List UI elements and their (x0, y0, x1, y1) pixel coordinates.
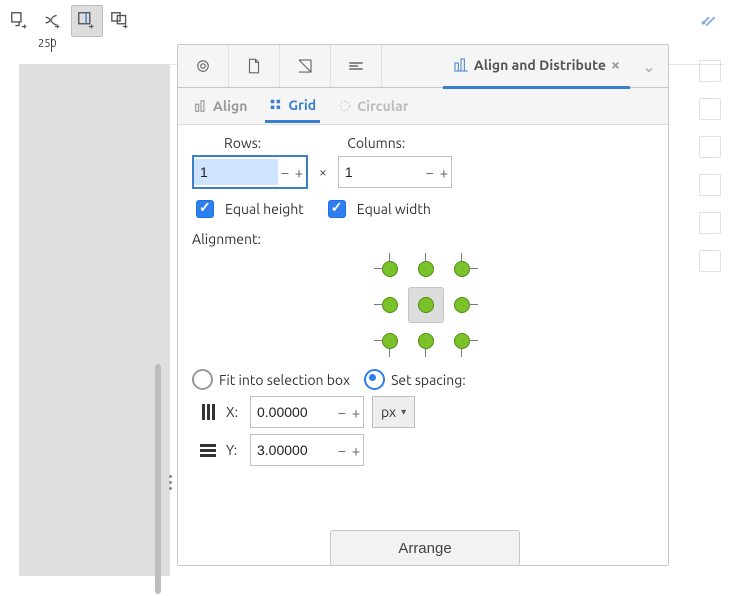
columns-spinbox[interactable]: − + (338, 156, 452, 188)
right-tool-2[interactable] (699, 98, 721, 120)
fit-selection-label: Fit into selection box (219, 372, 350, 388)
canvas-area[interactable] (5, 64, 170, 576)
dock-chevron-button[interactable]: ⌄ (630, 57, 668, 76)
right-tool-3[interactable] (699, 136, 721, 158)
grid-panel: Rows: Columns: − + × − + Equal height (178, 125, 668, 565)
equal-height-field[interactable]: Equal height (192, 197, 304, 221)
dock-drag-handle[interactable] (169, 475, 172, 490)
anchor-top-right[interactable] (444, 251, 480, 287)
close-icon[interactable]: × (611, 56, 620, 74)
dock-title-tab[interactable]: Align and Distribute × (443, 44, 630, 89)
x-plus[interactable]: + (349, 404, 363, 421)
columns-minus[interactable]: − (423, 164, 437, 181)
columns-label: Columns: (347, 135, 405, 151)
ruler-label: 250 (38, 38, 57, 50)
align-distribute-icon (453, 57, 469, 73)
snap-guide-button[interactable] (71, 5, 103, 37)
snap-bbox-button[interactable] (106, 6, 136, 36)
rows-input[interactable] (194, 159, 278, 185)
right-tool-6[interactable] (699, 250, 721, 272)
anchor-bottom-center[interactable] (408, 323, 444, 359)
trace-icon[interactable] (280, 45, 331, 87)
rows-plus[interactable]: + (292, 164, 306, 181)
tab-align[interactable]: Align (190, 91, 251, 121)
align-distribute-dock: Align and Distribute × ⌄ Align Grid Circ… (177, 44, 669, 566)
rows-label: Rows: (224, 135, 261, 151)
arrange-button[interactable]: Arrange (330, 530, 520, 566)
alignment-label: Alignment: (192, 231, 654, 247)
unit-dropdown[interactable]: px ▾ (372, 396, 415, 428)
y-spacing-icon (198, 444, 218, 457)
levels-icon[interactable] (331, 45, 382, 87)
columns-input[interactable] (339, 159, 423, 185)
fit-selection-radio[interactable] (192, 369, 213, 390)
y-minus[interactable]: − (335, 442, 349, 459)
snap-node-button[interactable] (5, 6, 35, 36)
snap-toggle-button[interactable] (694, 6, 724, 36)
anchor-top-center[interactable] (408, 251, 444, 287)
tab-circular[interactable]: Circular (334, 91, 412, 121)
canvas-scrollbar[interactable] (155, 364, 161, 594)
anchor-bottom-right[interactable] (444, 323, 480, 359)
document-icon[interactable] (229, 45, 280, 87)
caret-down-icon: ▾ (401, 406, 406, 418)
layers-icon[interactable] (178, 45, 229, 87)
y-plus[interactable]: + (349, 442, 363, 459)
equal-width-checkbox[interactable] (328, 200, 346, 218)
right-tool-4[interactable] (699, 174, 721, 196)
equal-width-field[interactable]: Equal width (324, 197, 431, 221)
set-spacing-label: Set spacing: (391, 372, 466, 388)
equal-height-checkbox[interactable] (196, 200, 214, 218)
circular-icon (338, 99, 352, 113)
rows-spinbox[interactable]: − + (192, 155, 308, 189)
alignment-grid (372, 251, 654, 359)
snap-intersection-button[interactable] (38, 6, 68, 36)
dock-title: Align and Distribute (474, 57, 606, 73)
align-icon (194, 99, 208, 113)
times-sign: × (316, 164, 330, 180)
anchor-top-left[interactable] (372, 251, 408, 287)
x-spacing-icon (198, 404, 218, 420)
subtabs: Align Grid Circular (178, 88, 668, 125)
anchor-middle-right[interactable] (444, 287, 480, 323)
y-spinbox[interactable]: − + (250, 434, 364, 466)
anchor-center[interactable] (408, 287, 444, 323)
set-spacing-radio[interactable] (364, 369, 385, 390)
top-toolbar (5, 4, 724, 38)
grid-icon (269, 98, 283, 112)
right-tool-1[interactable] (699, 60, 721, 82)
x-spinbox[interactable]: − + (250, 396, 364, 428)
right-dock (695, 60, 725, 566)
dock-tabstrip: Align and Distribute × ⌄ (178, 45, 668, 88)
anchor-bottom-left[interactable] (372, 323, 408, 359)
rows-minus[interactable]: − (278, 164, 292, 181)
y-label: Y: (226, 442, 242, 458)
x-label: X: (226, 404, 242, 420)
x-input[interactable] (251, 399, 335, 425)
columns-plus[interactable]: + (437, 164, 451, 181)
right-tool-5[interactable] (699, 212, 721, 234)
anchor-middle-left[interactable] (372, 287, 408, 323)
tab-grid[interactable]: Grid (265, 90, 320, 123)
y-input[interactable] (251, 437, 335, 463)
x-minus[interactable]: − (335, 404, 349, 421)
